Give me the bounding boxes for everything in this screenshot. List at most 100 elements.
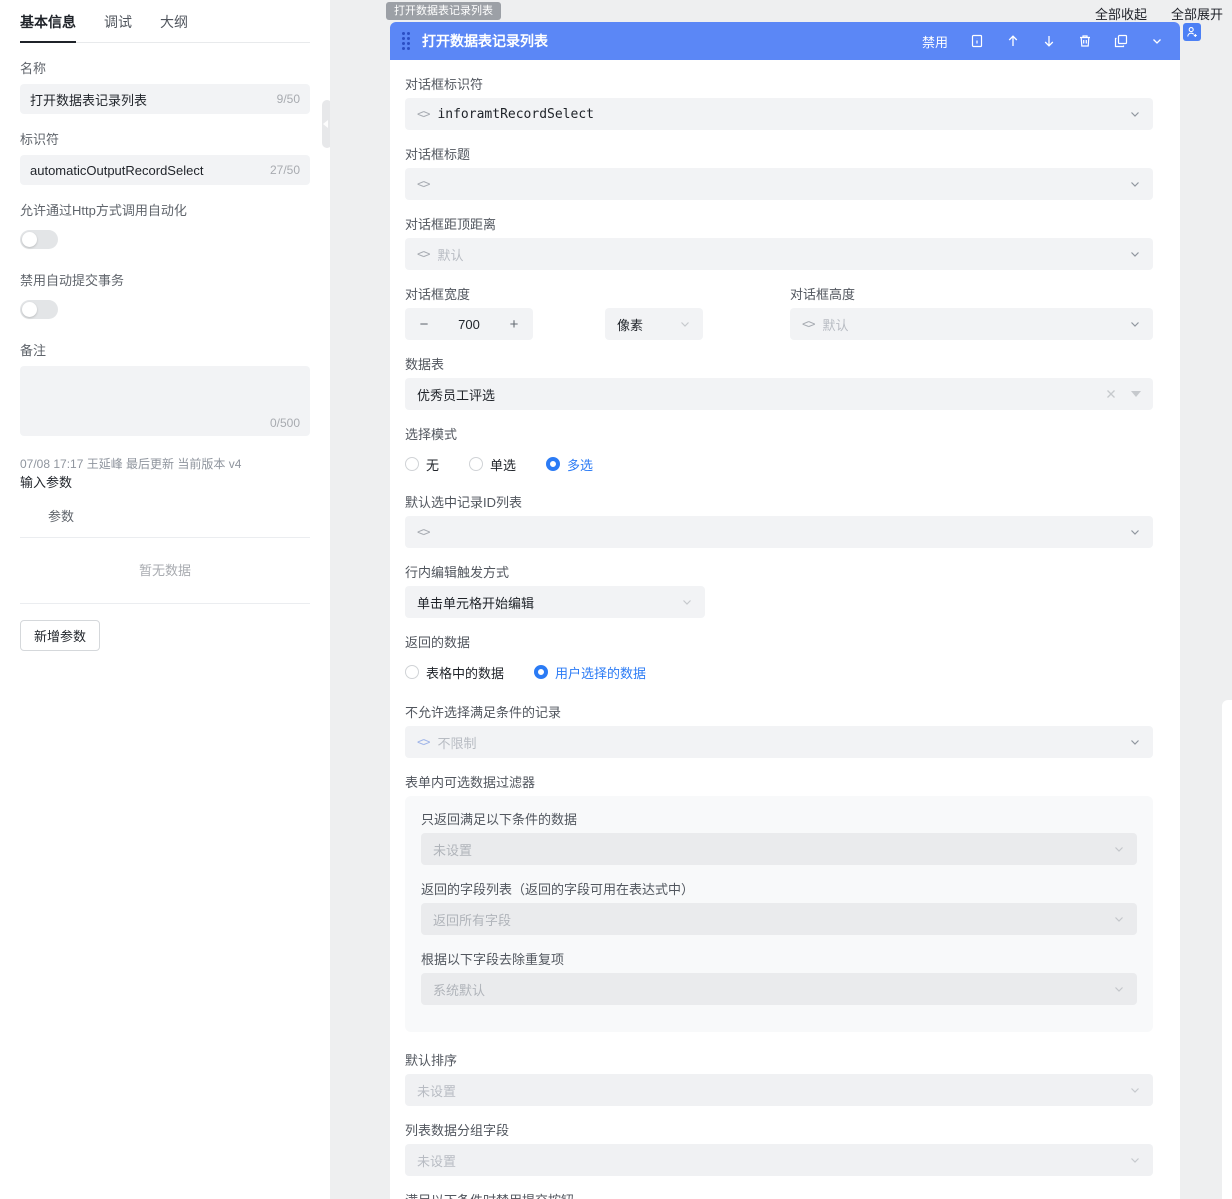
triangle-down-icon xyxy=(1131,391,1141,397)
inline-edit-select[interactable]: 单击单元格开始编辑 xyxy=(405,586,705,618)
radio-none[interactable]: 无 xyxy=(405,455,439,474)
remark-label: 备注 xyxy=(20,342,310,360)
dedupe-select[interactable]: 系统默认 xyxy=(421,973,1137,1005)
params-column-header: 参数 xyxy=(20,492,310,538)
dialog-height-placeholder: 默认 xyxy=(822,315,848,334)
identifier-counter: 27/50 xyxy=(270,163,300,177)
select-mode-radio-group: 无 单选 多选 xyxy=(405,454,1153,474)
dedupe-placeholder: 系统默认 xyxy=(433,980,485,999)
radio-single[interactable]: 单选 xyxy=(469,455,516,474)
drag-handle-icon[interactable] xyxy=(402,32,410,50)
radio-none-label: 无 xyxy=(426,455,439,474)
disallow-placeholder: 不限制 xyxy=(437,733,476,752)
filter-condition-label: 只返回满足以下条件的数据 xyxy=(421,811,1137,829)
arrow-down-icon[interactable] xyxy=(1041,34,1056,49)
dialog-identifier-value: inforamtRecordSelect xyxy=(437,107,594,122)
chevron-down-icon xyxy=(1129,318,1141,330)
dialog-width-value[interactable]: 700 xyxy=(443,317,495,332)
http-toggle[interactable] xyxy=(20,230,58,249)
width-unit-value: 像素 xyxy=(617,315,643,334)
tab-basic-info[interactable]: 基本信息 xyxy=(20,12,76,42)
person-add-icon[interactable] xyxy=(1183,23,1201,41)
inline-edit-label: 行内编辑触发方式 xyxy=(405,564,1153,582)
code-angle-icon xyxy=(417,177,429,191)
default-sort-select[interactable]: 未设置 xyxy=(405,1074,1153,1106)
main-canvas: 全部收起 全部展开 打开数据表记录列表 打开数据表记录列表 禁用 xyxy=(330,0,1232,1199)
sidebar: 基本信息 调试 大纲 名称 打开数据表记录列表 9/50 标识符 automat… xyxy=(0,0,330,1199)
default-ids-input[interactable] xyxy=(405,516,1153,548)
radio-table-data[interactable]: 表格中的数据 xyxy=(405,663,504,682)
chevron-down-icon xyxy=(1129,1084,1141,1096)
autocommit-toggle[interactable] xyxy=(20,300,58,319)
chevron-down-icon xyxy=(1129,108,1141,120)
chevron-down-icon xyxy=(1129,178,1141,190)
sidebar-tabs: 基本信息 调试 大纲 xyxy=(20,0,310,43)
tab-outline[interactable]: 大纲 xyxy=(160,12,188,42)
group-field-select[interactable]: 未设置 xyxy=(405,1144,1153,1176)
name-value: 打开数据表记录列表 xyxy=(30,90,147,109)
trash-icon[interactable] xyxy=(1077,34,1092,49)
name-input[interactable]: 打开数据表记录列表 9/50 xyxy=(20,84,310,114)
code-angle-icon xyxy=(417,735,429,749)
radio-user-selected-label: 用户选择的数据 xyxy=(555,663,646,682)
code-angle-icon xyxy=(802,317,814,331)
datasheet-select[interactable]: 优秀员工评选 xyxy=(405,378,1153,410)
dialog-title-label: 对话框标题 xyxy=(405,146,1153,164)
default-sort-label: 默认排序 xyxy=(405,1052,1153,1070)
disable-button[interactable]: 禁用 xyxy=(922,32,948,51)
arrow-up-icon[interactable] xyxy=(1005,34,1020,49)
code-angle-icon xyxy=(417,107,429,121)
dialog-height-input[interactable]: 默认 xyxy=(790,308,1153,340)
collapse-all-link[interactable]: 全部收起 xyxy=(1095,4,1147,23)
params-empty-text: 暂无数据 xyxy=(20,538,310,604)
copy-icon[interactable] xyxy=(1113,34,1128,49)
right-panel-strip[interactable] xyxy=(1222,700,1232,1199)
input-params-title: 输入参数 xyxy=(20,474,310,492)
disallow-label: 不允许选择满足条件的记录 xyxy=(405,704,1153,722)
tab-debug[interactable]: 调试 xyxy=(104,12,132,42)
width-unit-select[interactable]: 像素 xyxy=(605,308,703,340)
last-updated-meta: 07/08 17:17 王延峰 最后更新 当前版本 v4 xyxy=(20,456,310,472)
chevron-down-icon xyxy=(1129,248,1141,260)
expand-all-link[interactable]: 全部展开 xyxy=(1171,4,1223,23)
dialog-identifier-input[interactable]: inforamtRecordSelect xyxy=(405,98,1153,130)
datasheet-label: 数据表 xyxy=(405,356,1153,374)
dialog-width-stepper: − 700 + xyxy=(405,308,533,340)
name-counter: 9/50 xyxy=(277,92,300,106)
chevron-down-icon xyxy=(1129,736,1141,748)
chevron-down-icon xyxy=(1113,983,1125,995)
radio-single-label: 单选 xyxy=(490,455,516,474)
node-form: 对话框标识符 inforamtRecordSelect 对话框标题 xyxy=(390,60,1180,1199)
dialog-title-input[interactable] xyxy=(405,168,1153,200)
document-icon[interactable] xyxy=(969,34,984,49)
chevron-down-icon xyxy=(681,596,693,608)
radio-table-data-label: 表格中的数据 xyxy=(426,663,504,682)
stepper-plus-button[interactable]: + xyxy=(495,316,533,333)
dialog-top-input[interactable]: 默认 xyxy=(405,238,1153,270)
radio-multi-label: 多选 xyxy=(567,455,593,474)
return-fields-label: 返回的字段列表（返回的字段可用在表达式中） xyxy=(421,881,1137,899)
radio-dot xyxy=(546,457,560,471)
filter-condition-select[interactable]: 未设置 xyxy=(421,833,1137,865)
radio-dot xyxy=(405,665,419,679)
clear-x-icon[interactable] xyxy=(1105,388,1117,400)
datasheet-value: 优秀员工评选 xyxy=(417,385,495,404)
chevron-down-icon xyxy=(1129,526,1141,538)
remark-textarea[interactable]: 0/500 xyxy=(20,366,310,436)
code-angle-icon xyxy=(417,525,429,539)
identifier-input[interactable]: automaticOutputRecordSelect 27/50 xyxy=(20,155,310,185)
dialog-identifier-label: 对话框标识符 xyxy=(405,76,1153,94)
disallow-input[interactable]: 不限制 xyxy=(405,726,1153,758)
default-ids-label: 默认选中记录ID列表 xyxy=(405,494,1153,512)
dialog-top-label: 对话框距顶距离 xyxy=(405,216,1153,234)
chevron-down-icon[interactable] xyxy=(1149,34,1164,49)
radio-multi[interactable]: 多选 xyxy=(546,455,593,474)
filter-group-label: 表单内可选数据过滤器 xyxy=(405,774,1153,792)
return-fields-select[interactable]: 返回所有字段 xyxy=(421,903,1137,935)
filter-condition-placeholder: 未设置 xyxy=(433,840,472,859)
identifier-label: 标识符 xyxy=(20,131,310,149)
add-param-button[interactable]: 新增参数 xyxy=(20,620,100,651)
stepper-minus-button[interactable]: − xyxy=(405,316,443,333)
dialog-width-label: 对话框宽度 xyxy=(405,286,790,304)
radio-user-selected[interactable]: 用户选择的数据 xyxy=(534,663,646,682)
